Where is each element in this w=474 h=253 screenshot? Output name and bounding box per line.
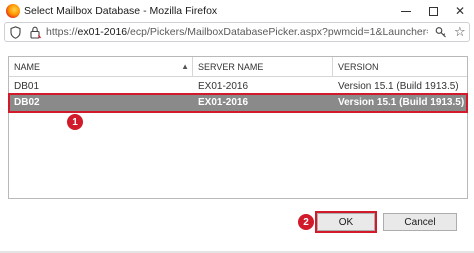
key-icon[interactable] <box>435 26 447 39</box>
bookmark-star-icon[interactable]: ☆ <box>454 25 466 39</box>
column-header-version-label: VERSION <box>338 62 379 72</box>
firefox-logo-icon <box>6 4 20 18</box>
maximize-button[interactable] <box>423 2 443 20</box>
ok-button[interactable]: OK <box>317 213 375 231</box>
cell-version: Version 15.1 (Build 1913.5) <box>338 81 459 92</box>
column-header-name[interactable]: NAME ▲ <box>9 57 193 77</box>
url-path: /ecp/Pickers/MailboxDatabasePicker.aspx?… <box>127 26 428 38</box>
cell-server: EX01-2016 <box>198 81 249 92</box>
window-titlebar: Select Mailbox Database - Mozilla Firefo… <box>0 0 474 22</box>
cell-server: EX01-2016 <box>198 97 249 108</box>
table-row[interactable]: DB01 EX01-2016 Version 15.1 (Build 1913.… <box>9 79 467 95</box>
close-button[interactable]: ✕ <box>450 2 470 20</box>
cell-name: DB01 <box>14 81 40 92</box>
close-icon: ✕ <box>454 4 466 18</box>
step-badge-2: 2 <box>298 214 314 230</box>
cell-name: DB02 <box>14 97 40 108</box>
url-bar[interactable]: https://ex01-2016/ecp/Pickers/MailboxDat… <box>4 22 470 42</box>
cell-version: Version 15.1 (Build 1913.5) <box>338 97 465 108</box>
sort-ascending-icon: ▲ <box>181 62 189 71</box>
cancel-button[interactable]: Cancel <box>383 213 457 231</box>
maximize-icon <box>428 6 438 16</box>
url-protocol: https:// <box>46 26 78 38</box>
window-title: Select Mailbox Database - Mozilla Firefo… <box>24 5 218 17</box>
minimize-button[interactable] <box>396 2 416 20</box>
column-header-version[interactable]: VERSION <box>333 57 467 77</box>
table-row-selected[interactable]: DB02 EX01-2016 Version 15.1 (Build 1913.… <box>9 95 467 111</box>
lock-icon[interactable] <box>29 26 41 39</box>
column-header-name-label: NAME <box>14 62 41 72</box>
column-header-server-name-label: SERVER NAME <box>198 62 264 72</box>
step-badge-1: 1 <box>67 114 83 130</box>
url-host: ex01-2016 <box>77 26 128 38</box>
url-text[interactable]: https://ex01-2016/ecp/Pickers/MailboxDat… <box>46 26 428 38</box>
minimize-icon <box>401 10 411 12</box>
column-header-server-name[interactable]: SERVER NAME <box>193 57 333 77</box>
tracking-shield-icon[interactable] <box>10 26 21 39</box>
grid-header: NAME ▲ SERVER NAME VERSION <box>9 57 467 77</box>
